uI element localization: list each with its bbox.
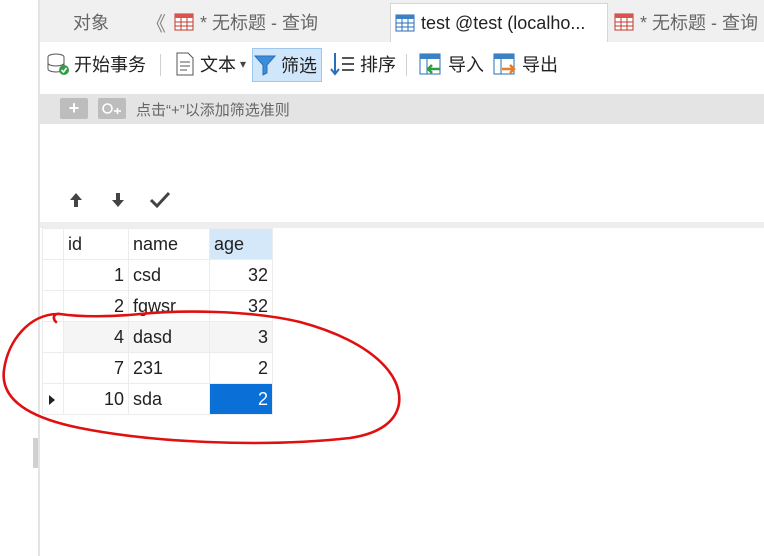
column-header-name[interactable]: name — [128, 228, 210, 260]
tab-objects[interactable]: 对象 — [40, 3, 142, 41]
red-circle-annotation — [2, 310, 401, 445]
tab-label: * 无标题 - 查询 — [640, 13, 759, 33]
toolbar-divider — [406, 54, 407, 76]
row-indicator-header — [42, 228, 64, 260]
add-filter-icon[interactable] — [98, 98, 126, 119]
tab-objects-label: 对象 — [73, 13, 109, 33]
column-header-id[interactable]: id — [63, 228, 129, 260]
import-button[interactable]: 导入 — [418, 48, 484, 80]
arrow-up-icon[interactable] — [62, 186, 90, 214]
sort-label: 排序 — [360, 55, 396, 75]
import-label: 导入 — [448, 55, 484, 75]
add-icon[interactable]: + — [60, 98, 88, 119]
grid-header: id name age — [42, 228, 273, 260]
export-button[interactable]: 导出 — [492, 48, 558, 80]
export-label: 导出 — [522, 55, 558, 75]
tab-bar: 对象 《 * 无标题 - 查询 test @test (localho... *… — [40, 0, 764, 43]
text-doc-icon — [176, 52, 194, 76]
filter-label: 筛选 — [281, 56, 317, 76]
chevron-down-icon[interactable]: ▾ — [240, 57, 246, 71]
check-icon[interactable] — [146, 186, 174, 214]
cell-id[interactable]: 1 — [63, 259, 129, 291]
tab-label: test @test (localho... — [421, 12, 586, 33]
column-header-age[interactable]: age — [209, 228, 273, 260]
import-icon — [419, 53, 441, 75]
sort-icon — [330, 53, 354, 76]
tab-label: * 无标题 - 查询 — [200, 13, 319, 33]
table-icon — [395, 14, 415, 32]
tab-test-table[interactable]: test @test (localho... — [390, 3, 608, 42]
row-indicator[interactable] — [42, 259, 64, 291]
filter-hint: 点击“+”以添加筛选准则 — [136, 102, 290, 119]
tab-untitled-query-1[interactable]: * 无标题 - 查询 — [170, 3, 394, 41]
export-icon — [493, 53, 516, 75]
sort-button[interactable]: 排序 — [330, 48, 396, 80]
table-icon — [614, 13, 634, 31]
database-transaction-icon — [47, 53, 69, 75]
text-view-button[interactable]: 文本 ▾ — [174, 48, 246, 80]
toolbar: 开始事务 文本 ▾ 筛选 排序 导入 导出 — [40, 42, 764, 86]
cell-age[interactable]: 32 — [209, 259, 273, 291]
begin-transaction-button[interactable]: 开始事务 — [46, 48, 146, 80]
filter-icon — [253, 55, 277, 76]
filter-button[interactable]: 筛选 — [252, 48, 322, 82]
text-view-label: 文本 — [200, 55, 236, 75]
tab-scroll-left-icon[interactable]: 《 — [146, 8, 166, 36]
toolbar-divider — [160, 54, 161, 76]
cell-name[interactable]: csd — [128, 259, 210, 291]
left-gutter — [0, 0, 40, 556]
arrow-down-icon[interactable] — [104, 186, 132, 214]
begin-transaction-label: 开始事务 — [74, 55, 146, 75]
table-icon — [174, 13, 194, 31]
table-row[interactable]: 1 csd 32 — [42, 259, 273, 291]
filter-bar: + 点击“+”以添加筛选准则 — [40, 94, 764, 124]
tab-untitled-query-2[interactable]: * 无标题 - 查询 — [610, 3, 764, 41]
